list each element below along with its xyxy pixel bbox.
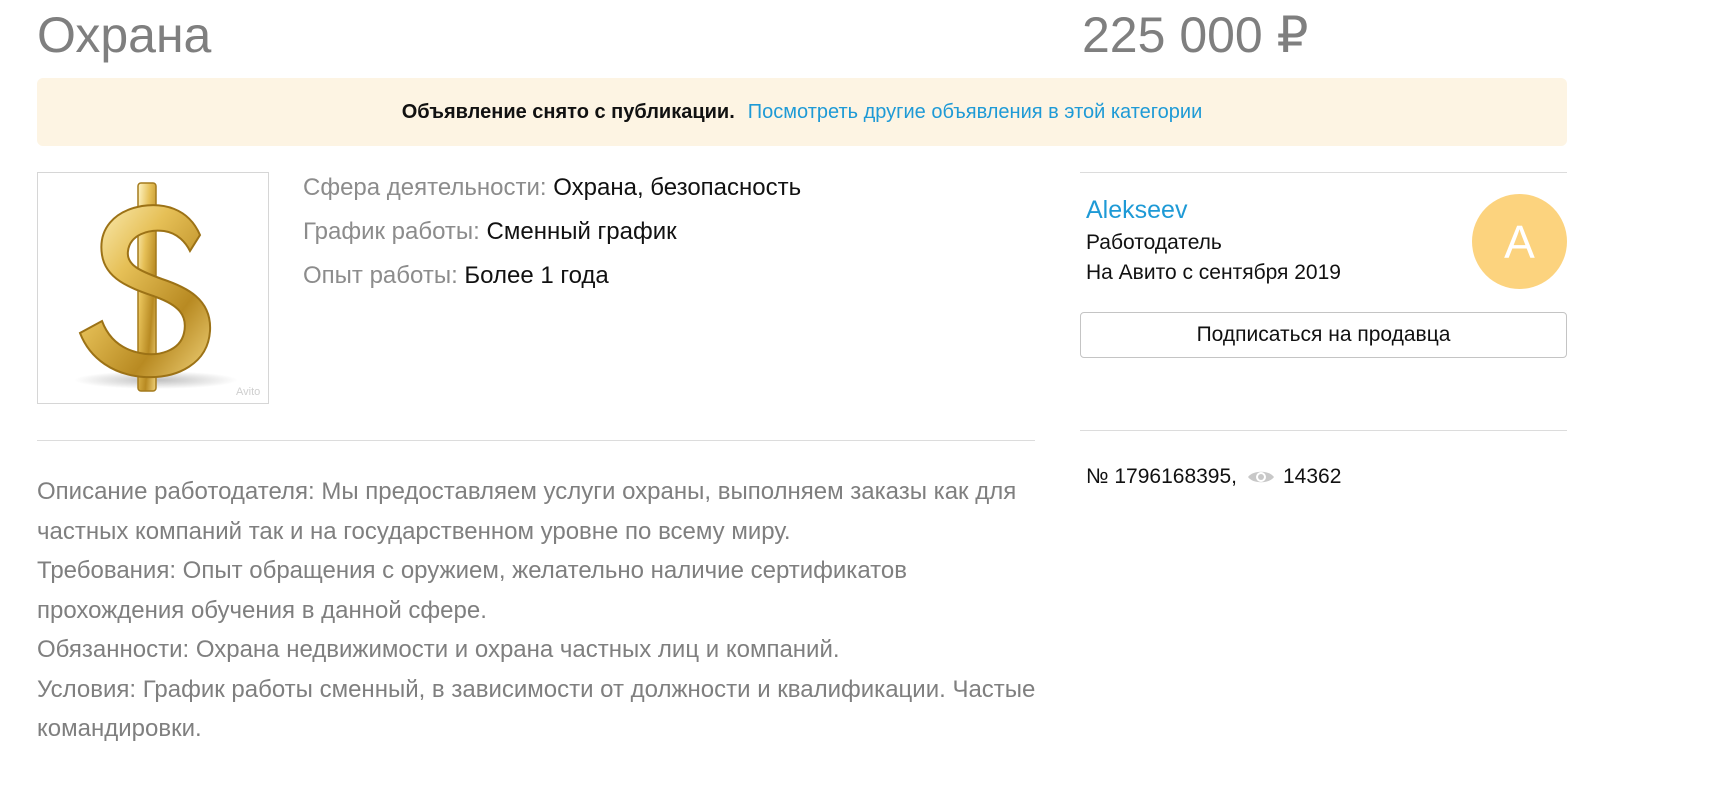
job-description: Описание работодателя: Мы предоставляем … bbox=[37, 472, 1037, 749]
content-divider bbox=[37, 440, 1035, 441]
param-value: Более 1 года bbox=[464, 262, 609, 289]
param-label: График работы: bbox=[303, 218, 480, 245]
seller-avatar[interactable]: A bbox=[1472, 194, 1567, 289]
seller-since: На Авито с сентября 2019 bbox=[1086, 261, 1341, 284]
listing-number: № 1796168395, bbox=[1086, 465, 1237, 488]
subscribe-button[interactable]: Подписаться на продавца bbox=[1080, 312, 1567, 358]
eye-icon bbox=[1247, 468, 1275, 486]
description-paragraph: Описание работодателя: Мы предоставляем … bbox=[37, 478, 1017, 545]
param-label: Сфера деятельности: bbox=[303, 174, 547, 201]
unpublished-notice: Объявление снято с публикации. Посмотрет… bbox=[37, 78, 1567, 146]
listing-meta: № 1796168395, 14362 bbox=[1086, 462, 1341, 492]
param-sphere: Сфера деятельности: Охрана, безопасность bbox=[303, 172, 801, 216]
notice-text: Объявление снято с публикации. bbox=[401, 100, 735, 123]
param-label: Опыт работы: bbox=[303, 262, 458, 289]
description-paragraph: Условия: График работы сменный, в зависи… bbox=[37, 675, 1036, 743]
param-experience: Опыт работы: Более 1 года bbox=[303, 260, 801, 304]
description-paragraph: Требования: Опыт обращения с оружием, же… bbox=[37, 557, 907, 624]
job-params: Сфера деятельности: Охрана, безопасность… bbox=[303, 172, 801, 304]
dollar-sign-icon: Avito bbox=[74, 182, 260, 398]
param-schedule: График работы: Сменный график bbox=[303, 216, 801, 260]
other-listings-link[interactable]: Посмотреть другие объявления в этой кате… bbox=[748, 101, 1202, 124]
seller-bottom-divider bbox=[1080, 430, 1567, 431]
listing-price: 225 000 ₽ bbox=[1082, 7, 1309, 63]
listing-title: Охрана bbox=[37, 7, 212, 63]
seller-name-link[interactable]: Alekseev bbox=[1086, 193, 1187, 227]
description-paragraph: Обязанности: Охрана недвижимости и охран… bbox=[37, 636, 840, 663]
photo-watermark: Avito bbox=[236, 386, 260, 398]
listing-photo[interactable]: Avito bbox=[37, 172, 269, 404]
seller-role: Работодатель bbox=[1086, 231, 1222, 254]
seller-top-divider bbox=[1080, 172, 1567, 173]
param-value: Охрана, безопасность bbox=[553, 174, 802, 201]
param-value: Сменный график bbox=[486, 218, 677, 245]
views-count: 14362 bbox=[1283, 465, 1342, 488]
